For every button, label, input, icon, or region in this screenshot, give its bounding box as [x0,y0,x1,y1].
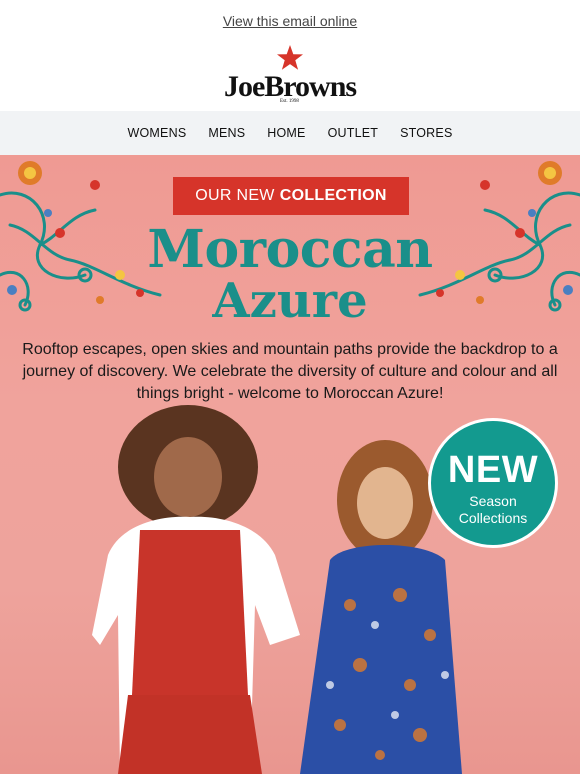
logo-established: Est. 1998 [280,99,299,104]
nav-item-womens[interactable]: WOMENS [117,126,198,140]
main-nav: WOMENS MENS HOME OUTLET STORES [0,111,580,155]
nav-item-home[interactable]: HOME [256,126,316,140]
badge-title: NEW [447,449,539,491]
nav-item-mens[interactable]: MENS [197,126,256,140]
collection-banner: OUR NEW COLLECTION [173,177,409,215]
view-online-link[interactable]: View this email online [0,13,580,29]
banner-text-bold: COLLECTION [279,187,387,204]
hero-banner[interactable]: OUR NEW COLLECTION Moroccan Azure Roofto… [0,155,580,774]
badge-subtitle-line2: Collections [458,510,528,526]
brand-logo[interactable]: JoeBrowns Est. 1998 [0,44,580,104]
star-icon [277,45,303,70]
nav-item-outlet[interactable]: OUTLET [317,126,390,140]
hero-description: Rooftop escapes, open skies and mountain… [22,341,558,402]
hero-title-line1: Moroccan [147,219,433,280]
badge-subtitle-line1: Season [469,493,517,509]
hero-title-line2: Azure [212,273,368,329]
new-season-badge[interactable]: NEW Season Collections [428,418,558,548]
nav-item-stores[interactable]: STORES [389,126,463,140]
banner-text-plain: OUR NEW [195,187,275,204]
